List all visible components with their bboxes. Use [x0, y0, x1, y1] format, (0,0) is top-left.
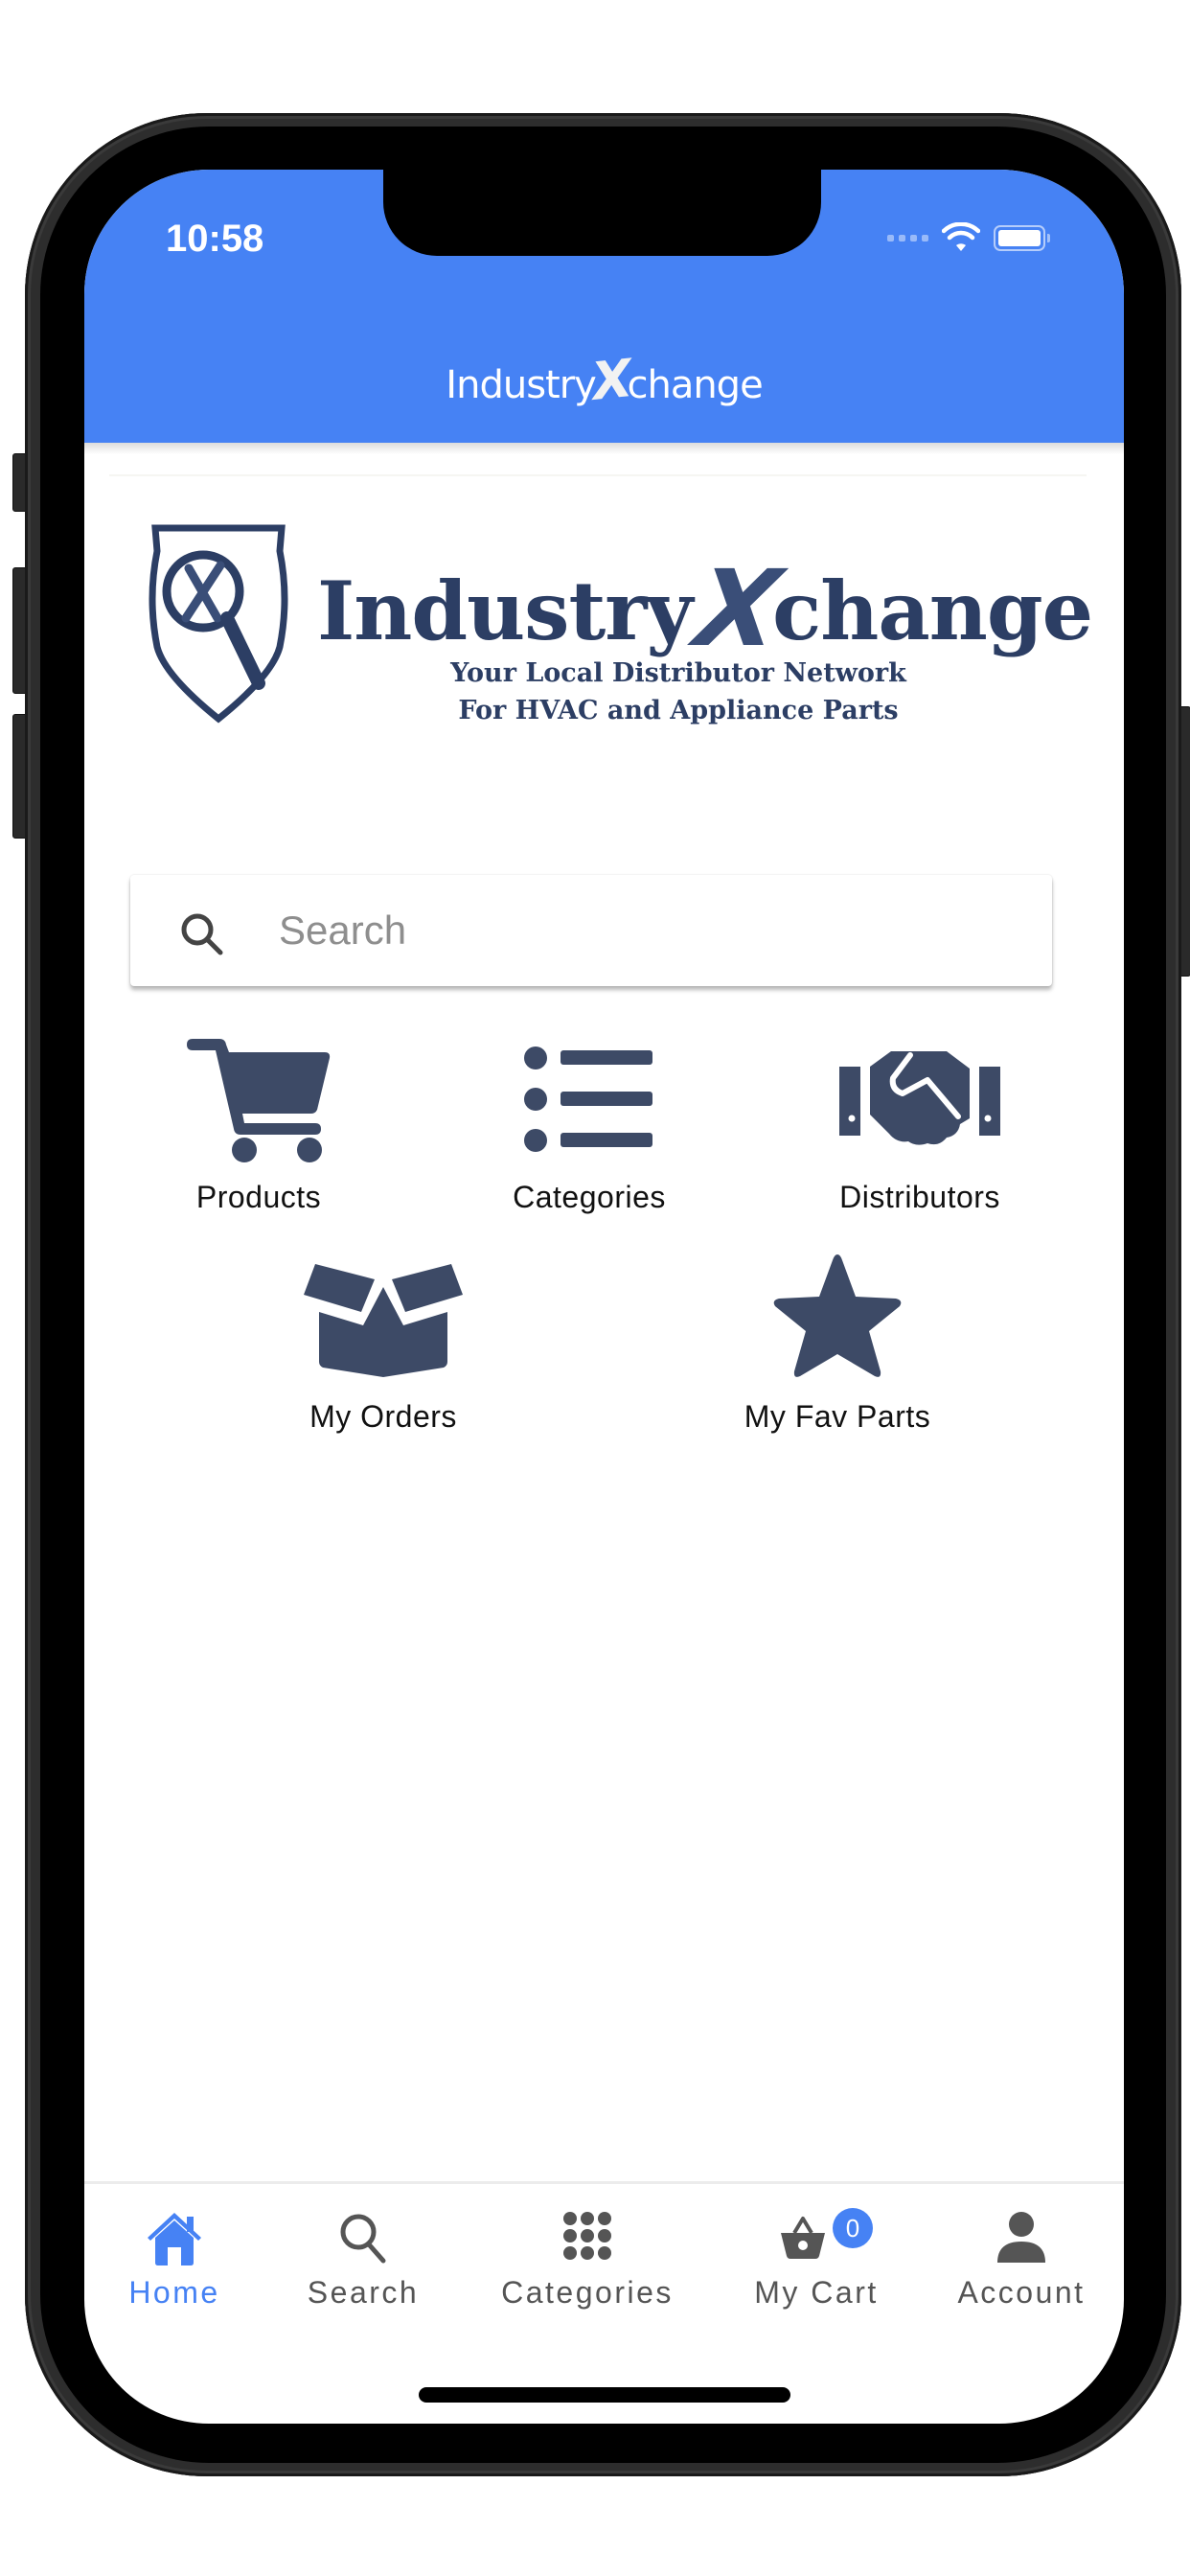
- logo-shield-magnifier-icon: [149, 524, 288, 724]
- search-bar[interactable]: [130, 875, 1052, 986]
- tab-search-label: Search: [307, 2275, 420, 2310]
- tab-categories-label: Categories: [501, 2275, 674, 2310]
- tab-my-cart-label: My Cart: [754, 2275, 879, 2310]
- tab-categories[interactable]: Categories: [492, 2201, 683, 2310]
- search-icon: [181, 913, 223, 955]
- tile-categories-label: Categories: [513, 1180, 666, 1214]
- tab-search[interactable]: Search: [267, 2201, 459, 2310]
- status-icons: [887, 222, 1050, 252]
- cart-count-badge: 0: [833, 2208, 873, 2248]
- basket-icon: [781, 2217, 825, 2259]
- home-icon: [148, 2213, 201, 2266]
- wifi-icon: [942, 222, 980, 251]
- tile-my-orders-label: My Orders: [309, 1399, 457, 1434]
- tile-distributors-label: Distributors: [839, 1180, 1000, 1214]
- logo-wordmark: IndustryXchange: [317, 547, 1093, 670]
- header-shadow: [84, 443, 1124, 454]
- search-icon: [340, 2214, 386, 2264]
- star-icon: [773, 1254, 902, 1377]
- shopping-cart-icon: [187, 1039, 331, 1162]
- content-divider: [109, 474, 1087, 476]
- battery-icon: [994, 224, 1050, 251]
- header-title: IndustryXchange: [446, 348, 763, 412]
- app-screen: 10:58 IndustryXchange IndustryXchange Yo…: [84, 170, 1124, 2424]
- list-icon: [524, 1046, 652, 1152]
- open-box-icon: [304, 1264, 463, 1377]
- person-icon: [997, 2212, 1045, 2263]
- tile-products-label: Products: [195, 1180, 322, 1214]
- tile-categories[interactable]: Categories: [465, 1032, 714, 1214]
- tab-home[interactable]: Home: [84, 2201, 270, 2310]
- handshake-icon: [839, 1051, 1000, 1145]
- camera-notch: [383, 170, 821, 256]
- status-time: 10:58: [166, 218, 264, 260]
- tile-my-fav-parts-label: My Fav Parts: [744, 1399, 931, 1434]
- tab-account[interactable]: Account: [926, 2201, 1117, 2310]
- logo-tagline-1: Your Local Distributor Network: [450, 658, 906, 688]
- logo-tagline-2: For HVAC and Appliance Parts: [458, 696, 899, 725]
- tile-my-fav-parts[interactable]: My Fav Parts: [713, 1253, 962, 1435]
- tile-my-orders[interactable]: My Orders: [259, 1253, 508, 1435]
- search-input[interactable]: [279, 902, 1007, 959]
- tile-products[interactable]: Products: [134, 1032, 383, 1214]
- grid-icon: [563, 2212, 611, 2260]
- tile-distributors[interactable]: Distributors: [795, 1032, 1044, 1214]
- cellular-signal-icon: [887, 234, 928, 242]
- tab-account-label: Account: [957, 2275, 1086, 2310]
- home-indicator[interactable]: [419, 2387, 790, 2403]
- tab-my-cart[interactable]: 0 My Cart: [721, 2201, 912, 2310]
- tabbar-divider: [84, 2181, 1124, 2184]
